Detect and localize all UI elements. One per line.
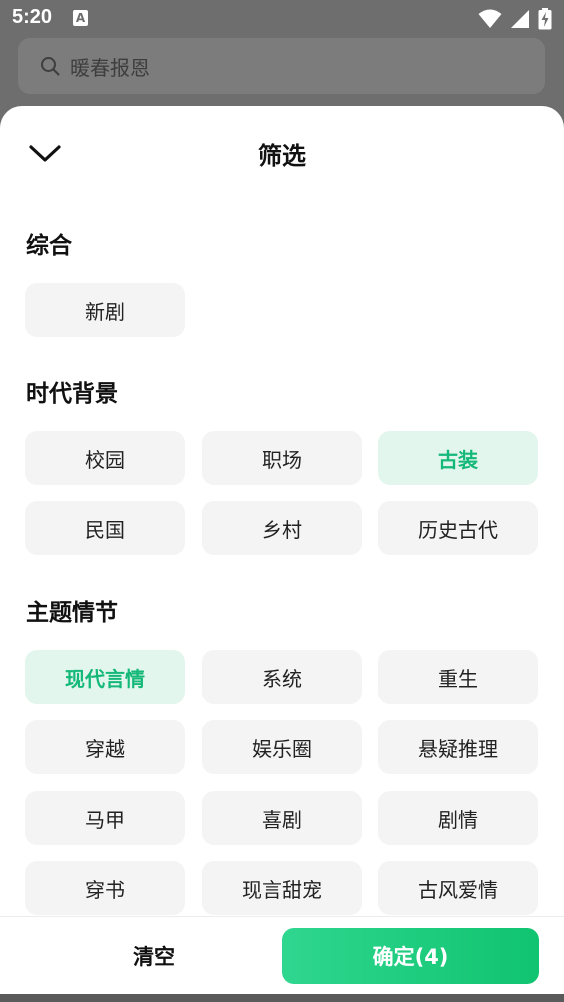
- filter-chip-republic[interactable]: 民国: [25, 501, 185, 555]
- filter-chip-mystery[interactable]: 悬疑推理: [378, 720, 538, 774]
- filter-chip-comedy[interactable]: 喜剧: [202, 791, 362, 845]
- search-placeholder: 暖春报恩: [70, 56, 150, 80]
- status-time: 5:20: [12, 6, 53, 28]
- filter-chip-new[interactable]: 新剧: [25, 283, 185, 337]
- filter-chip-modern-romance[interactable]: 现代言情: [25, 650, 185, 704]
- filter-chip-historical[interactable]: 历史古代: [378, 501, 538, 555]
- filter-chip-time-travel[interactable]: 穿越: [25, 720, 185, 774]
- filter-chip-ancient-romance[interactable]: 古风爱情: [378, 861, 538, 915]
- confirm-button[interactable]: 确定(4): [282, 928, 539, 984]
- signal-icon: [511, 10, 529, 28]
- filter-chip-rebirth[interactable]: 重生: [378, 650, 538, 704]
- sheet-footer: 清空 确定(4): [0, 916, 564, 994]
- filter-chip-rural[interactable]: 乡村: [202, 501, 362, 555]
- search-icon: [41, 57, 60, 76]
- filter-chip-entertainment[interactable]: 娱乐圈: [202, 720, 362, 774]
- notification-icon: A: [73, 10, 88, 26]
- section-title-era: 时代背景: [26, 381, 118, 407]
- filter-chip-campus[interactable]: 校园: [25, 431, 185, 485]
- wifi-icon: [478, 9, 502, 28]
- clear-button[interactable]: 清空: [26, 929, 282, 983]
- filter-chip-workplace[interactable]: 职场: [202, 431, 362, 485]
- status-icons: [478, 8, 552, 30]
- filter-chip-drama[interactable]: 剧情: [378, 791, 538, 845]
- filter-chip-ancient-costume[interactable]: 古装: [378, 431, 538, 485]
- filter-sheet: 筛选 综合 新剧 时代背景 校园 职场 古装 民国 乡村 历史古代 主题情节 现…: [0, 106, 564, 994]
- system-nav-bar: [0, 994, 564, 1002]
- section-title-general: 综合: [26, 233, 72, 259]
- filter-chip-sweet-romance[interactable]: 现言甜宠: [202, 861, 362, 915]
- section-title-theme: 主题情节: [26, 600, 118, 626]
- filter-chip-book-transmigration[interactable]: 穿书: [25, 861, 185, 915]
- sheet-header: 筛选: [0, 106, 564, 198]
- filter-chip-system[interactable]: 系统: [202, 650, 362, 704]
- search-input[interactable]: 暖春报恩: [18, 38, 545, 94]
- status-bar: 5:20 A: [0, 0, 564, 38]
- filter-chip-hidden-identity[interactable]: 马甲: [25, 791, 185, 845]
- battery-charging-icon: [538, 8, 552, 30]
- sheet-title: 筛选: [258, 142, 306, 170]
